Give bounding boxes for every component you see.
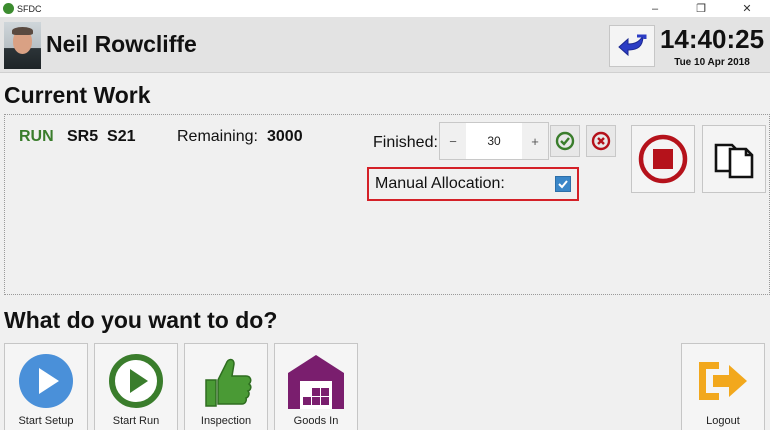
finished-quantity-input[interactable]: 30 [466, 123, 522, 159]
copy-icon [714, 143, 754, 179]
logout-label: Logout [706, 415, 740, 427]
goods-in-label: Goods In [293, 415, 339, 427]
manual-allocation-checkbox[interactable] [555, 176, 571, 192]
back-button[interactable] [609, 25, 655, 67]
logout-button[interactable]: Logout [681, 343, 765, 430]
start-run-button[interactable]: Start Run [94, 343, 178, 430]
header: Neil Rowcliffe 14:40:25 Tue 10 Apr 2018 [0, 17, 770, 73]
close-button[interactable]: ✕ [724, 0, 770, 17]
play-blue-icon [19, 354, 73, 408]
current-work-panel: RUN SR5 S21 Remaining: 3000 Finished: − … [4, 114, 770, 295]
finished-label: Finished: [373, 134, 438, 151]
minimize-button[interactable]: – [632, 0, 678, 17]
avatar [4, 22, 41, 69]
run-code: SR5 S21 [67, 128, 136, 145]
inspection-label: Inspection [200, 415, 252, 427]
back-arrow-icon [618, 34, 647, 57]
restore-button[interactable]: ❐ [678, 0, 724, 17]
user-name: Neil Rowcliffe [46, 31, 197, 57]
cross-circle-icon [591, 131, 611, 151]
start-setup-button[interactable]: Start Setup [4, 343, 88, 430]
current-work-title: Current Work [4, 82, 151, 108]
manual-allocation-box: Manual Allocation: [367, 167, 579, 201]
logout-arrow-icon [699, 362, 747, 400]
confirm-button[interactable] [550, 125, 580, 157]
run-status: RUN [19, 128, 54, 145]
manual-allocation-label: Manual Allocation: [375, 175, 505, 192]
clock-time: 14:40:25 [659, 24, 765, 54]
app-icon [3, 3, 14, 14]
increment-button[interactable]: + [522, 123, 548, 159]
stop-icon [638, 134, 688, 184]
inspection-button[interactable]: Inspection [184, 343, 268, 430]
clear-button[interactable] [586, 125, 616, 157]
decrement-button[interactable]: − [440, 123, 466, 159]
actions-title: What do you want to do? [4, 307, 278, 333]
check-circle-icon [555, 131, 575, 151]
start-run-label: Start Run [112, 415, 160, 427]
thumbs-up-icon [205, 358, 252, 407]
window-controls: – ❐ ✕ [632, 0, 770, 17]
window-title: SFDC [17, 3, 42, 14]
remaining-value: 3000 [267, 128, 303, 145]
play-green-icon [109, 354, 163, 408]
finished-quantity-stepper: − 30 + [439, 122, 549, 160]
checkmark-icon [558, 180, 568, 189]
sfdc-window: SFDC – ❐ ✕ Neil Rowcliffe 14:40:25 Tue 1… [0, 0, 770, 430]
title-bar: SFDC – ❐ ✕ [0, 0, 770, 17]
goods-in-button[interactable]: Goods In [274, 343, 358, 430]
warehouse-icon [288, 355, 344, 409]
copy-button[interactable] [702, 125, 766, 193]
clock-date: Tue 10 Apr 2018 [674, 57, 750, 68]
remaining-label: Remaining: [177, 128, 258, 145]
stop-button[interactable] [631, 125, 695, 193]
start-setup-label: Start Setup [18, 415, 74, 427]
